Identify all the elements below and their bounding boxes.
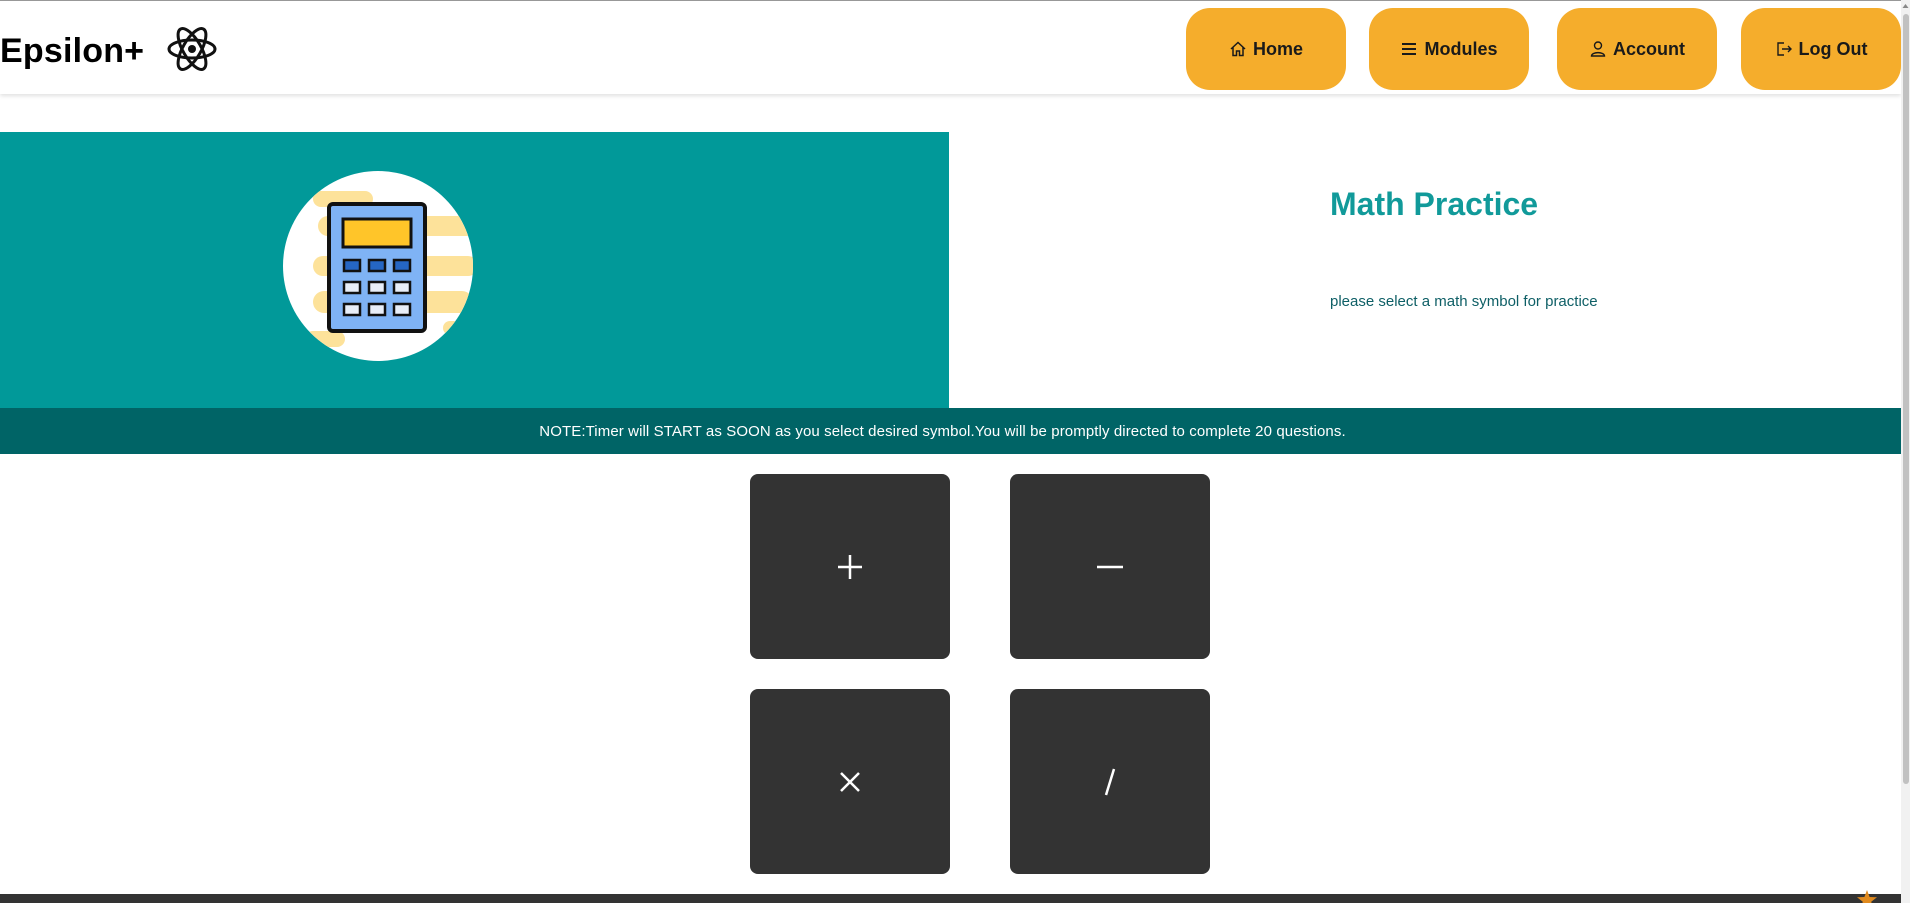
division-button[interactable] (1010, 689, 1210, 874)
timer-note-text: NOTE:Timer will START as SOON as you sel… (539, 422, 1346, 440)
brand[interactable]: Epsilon+ (0, 27, 218, 75)
subtraction-button[interactable] (1010, 474, 1210, 659)
menu-icon (1402, 43, 1417, 55)
home-label: Home (1252, 38, 1303, 59)
navbar: Epsilon+ Home Modules Account Log Out (0, 1, 1901, 94)
star-icon[interactable] (1855, 888, 1879, 903)
calculator-icon (305, 191, 473, 347)
page-title: Math Practice (1330, 186, 1539, 222)
hero-banner (0, 132, 949, 408)
scrollbar-thumb[interactable] (1903, 14, 1909, 784)
multiplication-button[interactable] (750, 689, 950, 874)
home-button[interactable]: Home (1186, 8, 1346, 90)
logout-label: Log Out (1798, 38, 1868, 59)
hero-image (283, 171, 473, 361)
modules-button[interactable]: Modules (1369, 8, 1529, 90)
modules-label: Modules (1424, 38, 1498, 59)
user-icon (1590, 41, 1606, 57)
logout-icon (1776, 42, 1792, 56)
footer-bar (0, 894, 1901, 903)
minus-icon (1097, 565, 1123, 568)
account-label: Account (1613, 38, 1685, 59)
timer-note-banner: NOTE:Timer will START as SOON as you sel… (0, 408, 1901, 454)
atom-icon (167, 27, 217, 71)
plus-icon (838, 554, 862, 579)
divide-slash-icon (1104, 768, 1116, 795)
account-button[interactable]: Account (1557, 8, 1717, 90)
page-subtitle: please select a math symbol for practice (1330, 293, 1598, 310)
multiply-icon (840, 771, 860, 792)
scroll-up-arrow-icon[interactable] (1901, 0, 1910, 14)
home-icon (1230, 41, 1246, 57)
brand-name: Epsilon+ (0, 31, 145, 70)
logout-button[interactable]: Log Out (1741, 8, 1901, 90)
addition-button[interactable] (750, 474, 950, 659)
